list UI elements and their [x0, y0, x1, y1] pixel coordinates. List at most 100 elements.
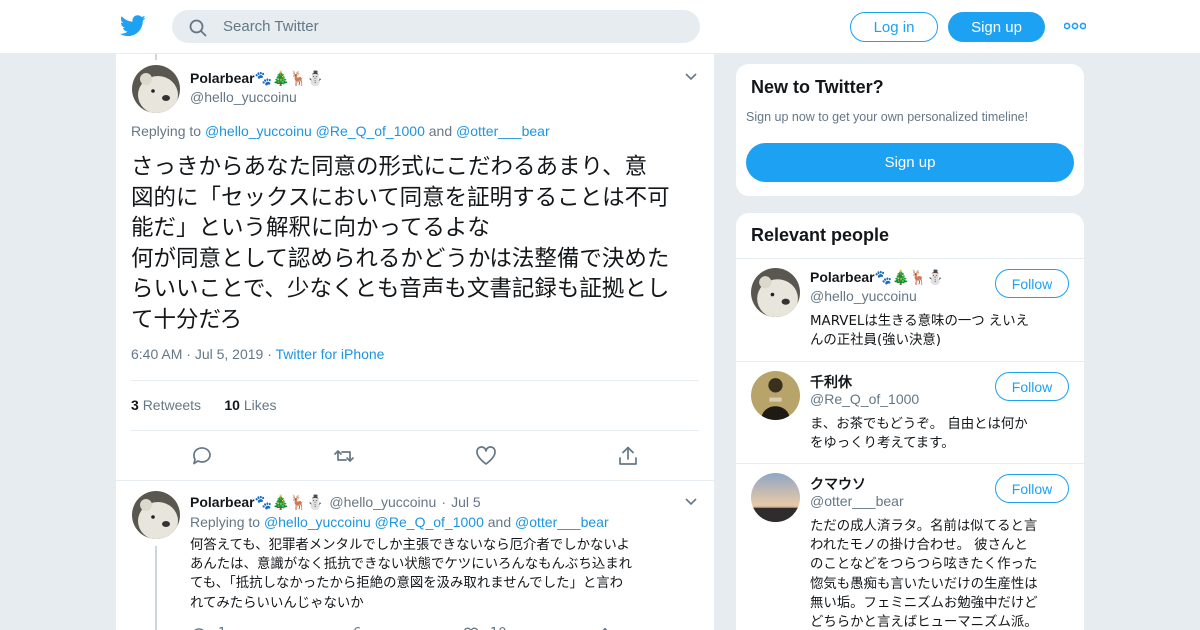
likes-count: 10: [224, 397, 240, 413]
mention-link[interactable]: @Re_Q_of_1000: [316, 123, 425, 139]
retweets-count: 3: [131, 397, 139, 413]
tweet-column: Polarbear🐾🎄🦌⛄ @hello_yuccoinu Replying t…: [115, 54, 715, 630]
card-title: New to Twitter?: [751, 77, 884, 97]
retweets-label: Retweets: [142, 397, 202, 413]
tweet-stats: 3 Retweets 10 Likes: [131, 397, 277, 413]
reply-count: 1: [218, 626, 226, 630]
tweet-text-line: 図的に「セックスにおいて同意を証明することは不可: [131, 184, 670, 211]
author-handle[interactable]: @hello_yuccoinu: [329, 494, 436, 510]
mention-link[interactable]: @Re_Q_of_1000: [375, 514, 484, 530]
bio-line: MARVELは生きる意味の一つ えいえ: [810, 314, 1030, 329]
person-item[interactable]: 千利休 @Re_Q_of_1000 Follow ま、お茶でもどうぞ。 自由とは…: [736, 362, 1084, 464]
login-button[interactable]: Log in: [850, 12, 938, 42]
avatar[interactable]: [132, 491, 180, 539]
person-bio: ま、お茶でもどうぞ。 自由とは何か をゆっくり考えてます。: [810, 415, 1072, 453]
share-icon[interactable]: [616, 444, 640, 468]
replying-prefix: Replying to: [190, 514, 261, 530]
thread-line: [155, 546, 157, 630]
tweet-text: 何答えても、犯罪者メンタルでしか主張できないなら厄介者でしかないよ あんたは、意…: [190, 536, 700, 613]
likes-stat[interactable]: 10 Likes: [224, 397, 276, 413]
avatar[interactable]: [132, 65, 180, 113]
tweet-text-line: 何が同意として認められるかどうかは法整備で決めた: [131, 245, 670, 272]
tweet-text-line: て十分だろ: [131, 306, 243, 333]
reply-icon[interactable]: [190, 444, 214, 468]
share-icon[interactable]: [596, 626, 614, 630]
person-bio: ただの成人済ラタ。名前は似てると言 われたモノの掛け合わせ。 彼さんと のことな…: [810, 517, 1072, 630]
follow-button[interactable]: Follow: [995, 269, 1069, 298]
tweet-meta: 6:40 AM · Jul 5, 2019 · Twitter for iPho…: [131, 346, 384, 362]
person-bio: MARVELは生きる意味の一つ えいえ んの正社員(強い決意): [810, 312, 1072, 350]
reply-header: Polarbear🐾🎄🦌⛄ @hello_yuccoinu · Jul 5: [190, 492, 481, 511]
signup-button[interactable]: Sign up: [948, 12, 1045, 42]
mention-link[interactable]: @otter___bear: [456, 123, 550, 139]
tweet-time[interactable]: 6:40 AM: [131, 346, 182, 362]
tweet-actions: 1 6 10: [190, 624, 700, 630]
mention-link[interactable]: @hello_yuccoinu: [205, 123, 312, 139]
tweet-text-line: 能だ」という解釈に向かってるよな: [131, 215, 490, 241]
reply-icon[interactable]: [190, 626, 208, 630]
search-icon: [189, 19, 207, 37]
bio-line: どちらかと言えばヒューマニズム派。: [810, 615, 1038, 630]
bio-line: ただの成人済ラタ。名前は似てると言: [810, 519, 1038, 534]
tweet-text-line: あんたは、意識がなく抵抗できない状態でケツにいろんなもんぶち込まれ: [190, 557, 633, 573]
card-title: Relevant people: [751, 225, 890, 245]
more-dots-icon[interactable]: [1064, 22, 1086, 30]
bio-line: 無い垢。フェミニズムお勉強中だけど: [810, 595, 1038, 611]
thread-line: [155, 54, 157, 60]
mention-link[interactable]: @hello_yuccoinu: [264, 514, 371, 530]
tweet-date[interactable]: Jul 5, 2019: [195, 346, 264, 362]
twitter-bird-icon[interactable]: [120, 14, 146, 38]
separator-dot: ·: [267, 346, 272, 362]
chevron-down-icon[interactable]: [685, 498, 697, 506]
tweet-date[interactable]: Jul 5: [451, 494, 481, 510]
bio-line: われたモノの掛け合わせ。 彼さんと: [810, 538, 1028, 554]
mention-link[interactable]: @otter___bear: [515, 514, 609, 530]
retweet-count: 6: [353, 626, 361, 630]
bio-line: 惚気も愚痴も言いたいだけの生産性は: [810, 576, 1038, 592]
retweet-icon[interactable]: [332, 444, 356, 468]
likes-label: Likes: [243, 397, 277, 413]
avatar[interactable]: [751, 268, 800, 317]
replying-to: Replying to @hello_yuccoinu @Re_Q_of_100…: [131, 123, 550, 139]
heart-icon[interactable]: [462, 626, 480, 630]
bio-line: のことなどをつらつら呟きたく作った: [810, 557, 1038, 573]
relevant-people-card: Relevant people Polarbear🐾🎄🦌⛄ @hello_yuc…: [735, 212, 1085, 630]
tweet-text-line: れてみたらいいんじゃないか: [190, 595, 364, 611]
person-name[interactable]: Polarbear🐾🎄🦌⛄: [810, 269, 944, 286]
avatar[interactable]: [751, 473, 800, 522]
follow-button[interactable]: Follow: [995, 474, 1069, 503]
retweet-icon[interactable]: [325, 626, 343, 630]
author-handle[interactable]: @hello_yuccoinu: [190, 89, 297, 105]
new-to-twitter-card: New to Twitter? Sign up now to get your …: [735, 63, 1085, 197]
replying-to: Replying to @hello_yuccoinu @Re_Q_of_100…: [190, 514, 609, 530]
bio-line: んの正社員(強い決意): [810, 333, 941, 349]
author-name[interactable]: Polarbear🐾🎄🦌⛄: [190, 70, 324, 87]
bio-line: ま、お茶でもどうぞ。 自由とは何か: [810, 417, 1028, 432]
separator-dot: ·: [186, 346, 191, 362]
tweet-separator: [116, 480, 714, 481]
tweet-text-line: らいいことで、少なくとも音声も文書記録も証拠とし: [131, 276, 670, 302]
tweet-actions: [116, 444, 714, 468]
person-handle[interactable]: @hello_yuccoinu: [810, 288, 917, 304]
tweet-text-line: ても、「抵抗しなかったから拒絶の意図を汲み取れませんでした」と言わ: [190, 576, 624, 592]
signup-button[interactable]: Sign up: [746, 143, 1074, 182]
person-name[interactable]: クマウソ: [810, 474, 866, 494]
retweets-stat[interactable]: 3 Retweets: [131, 397, 201, 413]
divider: [131, 430, 699, 431]
search-input[interactable]: [223, 11, 683, 42]
bio-line: をゆっくり考えてます。: [810, 436, 955, 452]
tweet-source-link[interactable]: Twitter for iPhone: [276, 346, 385, 362]
person-handle[interactable]: @otter___bear: [810, 493, 904, 509]
tweet-text: さっきからあなた同意の形式にこだわるあまり、意 図的に「セックスにおいて同意を証…: [131, 152, 706, 335]
person-name[interactable]: 千利休: [810, 372, 852, 392]
person-handle[interactable]: @Re_Q_of_1000: [810, 391, 919, 407]
chevron-down-icon[interactable]: [685, 73, 697, 81]
author-name[interactable]: Polarbear🐾🎄🦌⛄: [190, 494, 324, 510]
follow-button[interactable]: Follow: [995, 372, 1069, 401]
heart-icon[interactable]: [474, 444, 498, 468]
like-count: 10: [490, 626, 507, 630]
avatar[interactable]: [751, 371, 800, 420]
card-subtitle: Sign up now to get your own personalized…: [746, 110, 1029, 124]
person-item[interactable]: Polarbear🐾🎄🦌⛄ @hello_yuccoinu Follow MAR…: [736, 259, 1084, 361]
person-item[interactable]: クマウソ @otter___bear Follow ただの成人済ラタ。名前は似て…: [736, 464, 1084, 630]
